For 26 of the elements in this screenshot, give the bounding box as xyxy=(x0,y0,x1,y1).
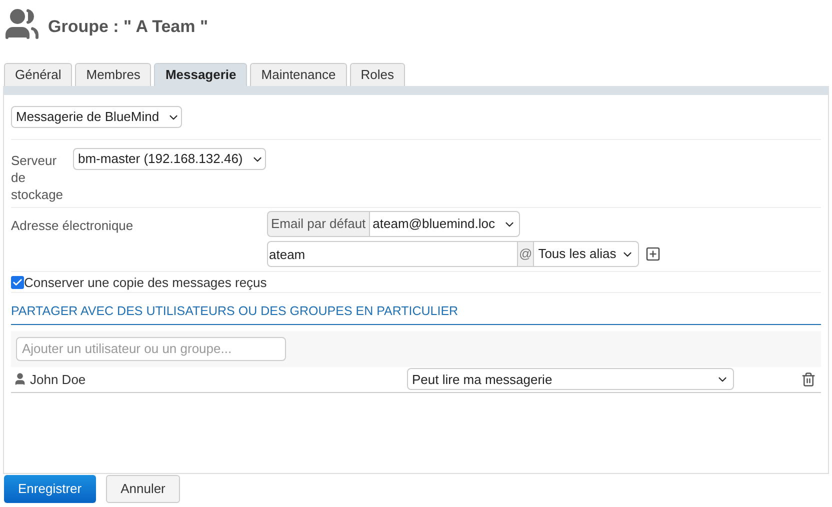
search-field[interactable]: Ajouter un utilisateur ou un groupe... xyxy=(16,336,286,361)
save-button[interactable]: Enregistrer xyxy=(4,475,96,503)
tab[interactable]: Messagerie xyxy=(154,63,248,86)
alias-input[interactable]: ateam xyxy=(267,241,518,267)
permission-select[interactable]: Peut lire ma messagerie xyxy=(407,368,734,390)
checkbox[interactable] xyxy=(11,276,24,289)
tab[interactable]: Membres xyxy=(75,63,152,86)
user-name: John Doe xyxy=(30,370,87,388)
field-label: Adresse électronique xyxy=(11,217,134,235)
mail-type-select[interactable]: Messagerie de BlueMind xyxy=(11,106,182,128)
tab[interactable]: Roles xyxy=(350,63,405,86)
add-icon[interactable] xyxy=(645,246,662,262)
storage-select[interactable]: bm-master (192.168.132.46) xyxy=(73,148,266,170)
input-addon: Email par défaut xyxy=(267,211,370,237)
cancel-button[interactable]: Annuler xyxy=(106,475,180,503)
section-heading: PARTAGER AVEC DES UTILISATEURS OU DES GROUPES EN PARTICULIER xyxy=(11,302,821,325)
checkbox-label: Conserver une copie des messages reçus xyxy=(24,274,267,292)
default-email-select[interactable]: ateam@bluemind.loc xyxy=(370,211,520,237)
tab[interactable]: Général xyxy=(4,63,72,86)
delete-icon[interactable] xyxy=(801,372,816,387)
domain-select[interactable]: Tous les alias xyxy=(534,241,640,267)
user-icon xyxy=(13,372,27,386)
page-title: Groupe : " A Team " xyxy=(48,16,208,38)
field-label: Serveur de stockage xyxy=(11,152,64,203)
input-addon: @ xyxy=(518,241,534,267)
tab[interactable]: Maintenance xyxy=(250,63,347,86)
